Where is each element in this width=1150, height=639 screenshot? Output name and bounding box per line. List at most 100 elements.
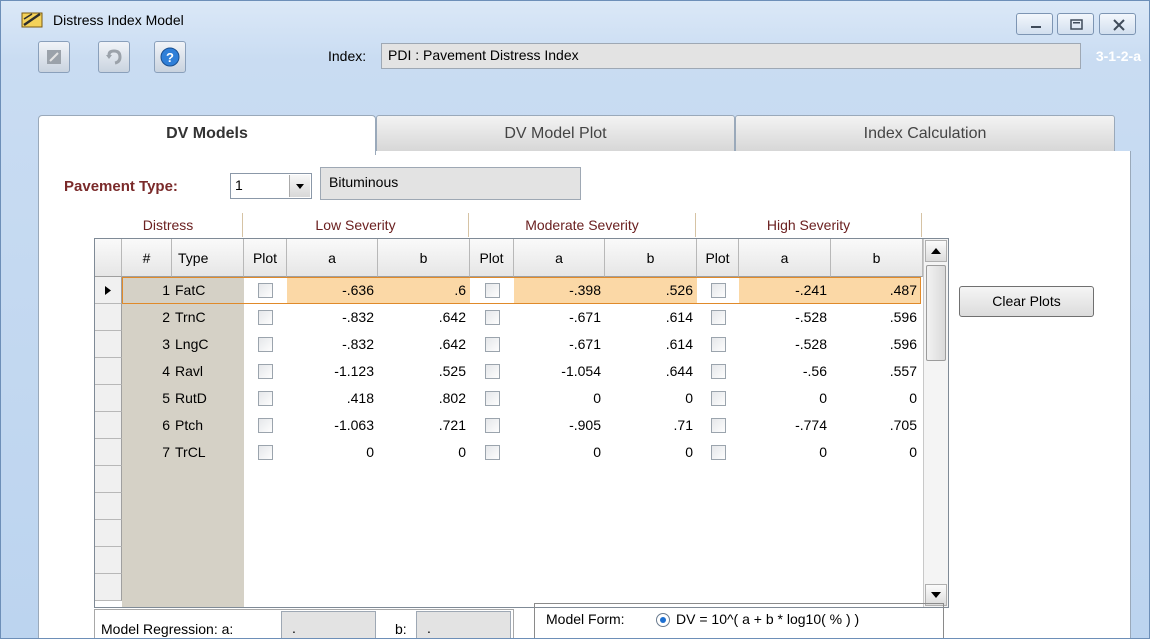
plot-checkbox-moderate[interactable] (485, 391, 500, 406)
row-selector[interactable] (95, 412, 122, 439)
plot-checkbox-high[interactable] (711, 418, 726, 433)
cell-high-b[interactable]: .596 (831, 304, 921, 331)
cell-high-a[interactable]: 0 (739, 439, 831, 466)
cell-mod-a[interactable]: 0 (514, 385, 605, 412)
regression-b-field[interactable]: . (416, 611, 511, 638)
plot-checkbox-moderate[interactable] (485, 337, 500, 352)
col-header-mod-b[interactable]: b (605, 239, 697, 277)
col-header-type[interactable]: Type (172, 239, 244, 277)
cell-low-a[interactable]: -1.063 (287, 412, 378, 439)
minimize-button[interactable] (1016, 13, 1053, 35)
cell-low-a[interactable]: -.636 (287, 277, 378, 304)
close-button[interactable] (1099, 13, 1136, 35)
plot-checkbox-high[interactable] (711, 364, 726, 379)
cell-mod-a[interactable]: -.671 (514, 331, 605, 358)
cell-high-a[interactable]: 0 (739, 385, 831, 412)
plot-checkbox-moderate[interactable] (485, 283, 500, 298)
cell-mod-b[interactable]: .614 (605, 331, 697, 358)
cell-high-a[interactable]: -.56 (739, 358, 831, 385)
save-button[interactable] (38, 41, 70, 73)
cell-num[interactable]: 6 (122, 412, 172, 439)
row-selector[interactable] (95, 304, 122, 331)
row-selector[interactable] (95, 466, 122, 493)
col-header-num[interactable]: # (122, 239, 172, 277)
plot-checkbox-moderate[interactable] (485, 364, 500, 379)
cell-num[interactable]: 1 (122, 277, 172, 304)
maximize-button[interactable] (1057, 13, 1094, 35)
cell-low-a[interactable]: .418 (287, 385, 378, 412)
row-selector[interactable] (95, 358, 122, 385)
cell-type[interactable]: TrCL (172, 439, 244, 466)
cell-num[interactable]: 5 (122, 385, 172, 412)
cell-high-a[interactable]: -.528 (739, 304, 831, 331)
plot-checkbox-low[interactable] (258, 283, 273, 298)
pavement-type-select[interactable]: 1 (230, 173, 312, 199)
plot-checkbox-moderate[interactable] (485, 310, 500, 325)
cell-mod-b[interactable]: .526 (605, 277, 697, 304)
tab-dv-models[interactable]: DV Models (38, 115, 376, 155)
cell-type[interactable]: Ravl (172, 358, 244, 385)
row-selector[interactable] (95, 439, 122, 466)
cell-low-a[interactable]: -1.123 (287, 358, 378, 385)
undo-button[interactable] (98, 41, 130, 73)
cell-mod-b[interactable]: 0 (605, 385, 697, 412)
cell-low-b[interactable]: .6 (378, 277, 470, 304)
cell-low-b[interactable]: .802 (378, 385, 470, 412)
plot-checkbox-moderate[interactable] (485, 418, 500, 433)
cell-num[interactable]: 3 (122, 331, 172, 358)
col-header-low-b[interactable]: b (378, 239, 470, 277)
col-header-mod-plot[interactable]: Plot (470, 239, 514, 277)
row-selector[interactable] (95, 493, 122, 520)
cell-low-a[interactable]: -.832 (287, 304, 378, 331)
col-header-high-b[interactable]: b (831, 239, 923, 277)
row-selector[interactable] (95, 520, 122, 547)
scroll-thumb[interactable] (926, 265, 946, 361)
plot-checkbox-low[interactable] (258, 310, 273, 325)
cell-high-b[interactable]: 0 (831, 439, 921, 466)
cell-type[interactable]: TrnC (172, 304, 244, 331)
cell-high-b[interactable]: 0 (831, 385, 921, 412)
row-selector[interactable] (95, 547, 122, 574)
cell-type[interactable]: RutD (172, 385, 244, 412)
plot-checkbox-low[interactable] (258, 445, 273, 460)
cell-high-a[interactable]: -.241 (739, 277, 831, 304)
cell-low-b[interactable]: .642 (378, 331, 470, 358)
cell-num[interactable]: 2 (122, 304, 172, 331)
col-header-high-plot[interactable]: Plot (697, 239, 739, 277)
cell-mod-b[interactable]: 0 (605, 439, 697, 466)
model-form-radio[interactable] (656, 613, 670, 627)
cell-mod-a[interactable]: -.905 (514, 412, 605, 439)
cell-mod-a[interactable]: -.398 (514, 277, 605, 304)
plot-checkbox-low[interactable] (258, 391, 273, 406)
row-selector[interactable] (95, 277, 122, 304)
cell-mod-b[interactable]: .644 (605, 358, 697, 385)
cell-mod-a[interactable]: 0 (514, 439, 605, 466)
cell-high-b[interactable]: .487 (831, 277, 921, 304)
cell-num[interactable]: 4 (122, 358, 172, 385)
cell-low-b[interactable]: .642 (378, 304, 470, 331)
cell-type[interactable]: Ptch (172, 412, 244, 439)
col-header-low-plot[interactable]: Plot (244, 239, 287, 277)
plot-checkbox-high[interactable] (711, 310, 726, 325)
plot-checkbox-high[interactable] (711, 337, 726, 352)
cell-mod-a[interactable]: -.671 (514, 304, 605, 331)
cell-high-b[interactable]: .705 (831, 412, 921, 439)
cell-mod-a[interactable]: -1.054 (514, 358, 605, 385)
regression-a-field[interactable]: . (281, 611, 376, 638)
plot-checkbox-high[interactable] (711, 445, 726, 460)
row-selector[interactable] (95, 385, 122, 412)
vertical-scrollbar[interactable] (923, 239, 948, 607)
cell-type[interactable]: FatC (172, 277, 244, 304)
cell-high-b[interactable]: .596 (831, 331, 921, 358)
tab-dv-model-plot[interactable]: DV Model Plot (376, 115, 735, 153)
plot-checkbox-low[interactable] (258, 337, 273, 352)
cell-mod-b[interactable]: .71 (605, 412, 697, 439)
cell-low-a[interactable]: -.832 (287, 331, 378, 358)
col-header-low-a[interactable]: a (287, 239, 378, 277)
row-selector[interactable] (95, 331, 122, 358)
cell-low-b[interactable]: .721 (378, 412, 470, 439)
plot-checkbox-low[interactable] (258, 418, 273, 433)
cell-low-b[interactable]: 0 (378, 439, 470, 466)
clear-plots-button[interactable]: Clear Plots (959, 286, 1094, 317)
plot-checkbox-high[interactable] (711, 391, 726, 406)
